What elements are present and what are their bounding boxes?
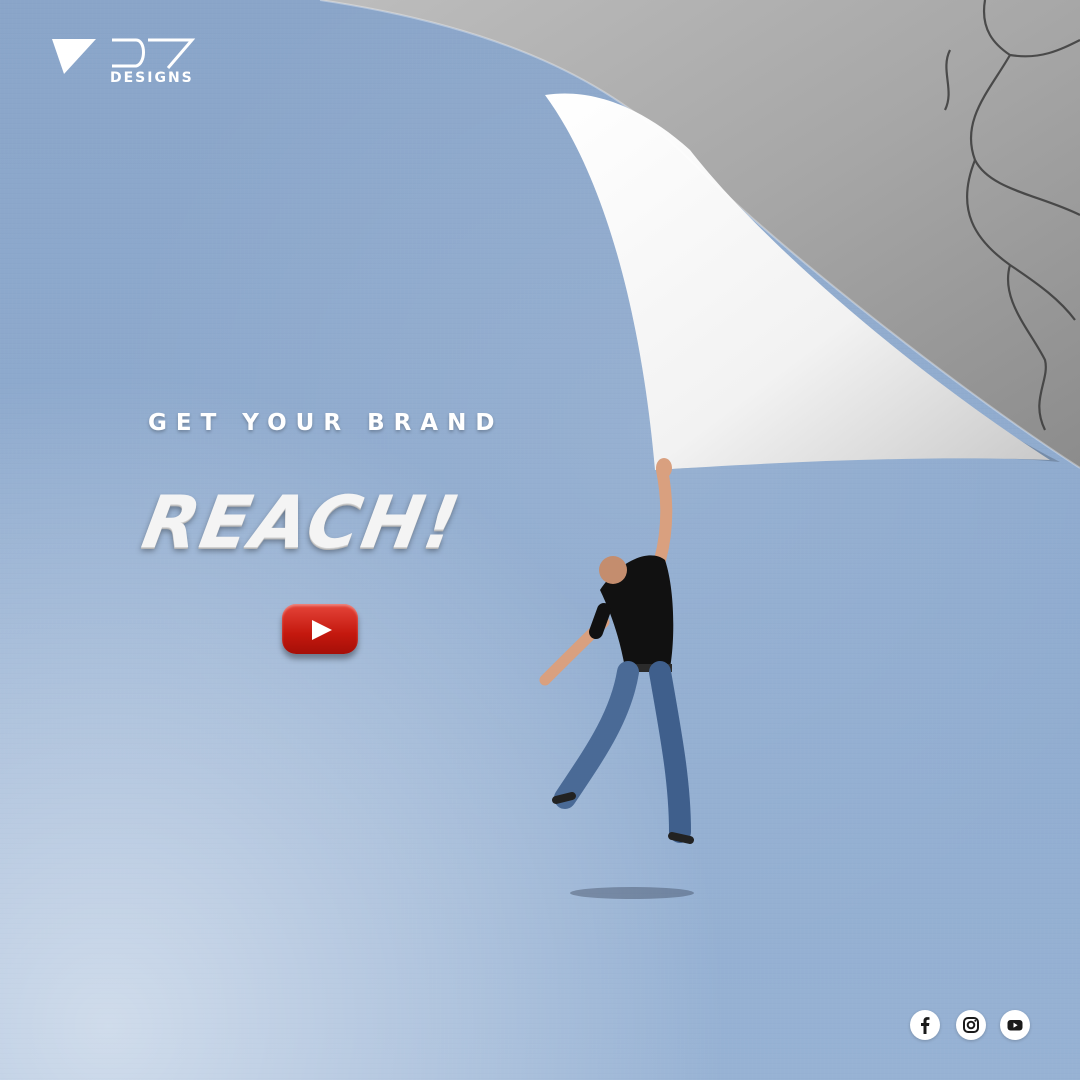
youtube-icon[interactable] [1000,1010,1030,1040]
facebook-icon[interactable] [910,1010,940,1040]
poster-canvas: DESIGNS GET YOUR BRAND REACH! [0,0,1080,1080]
hanging-man-figure [539,458,694,899]
instagram-icon[interactable] [956,1010,986,1040]
